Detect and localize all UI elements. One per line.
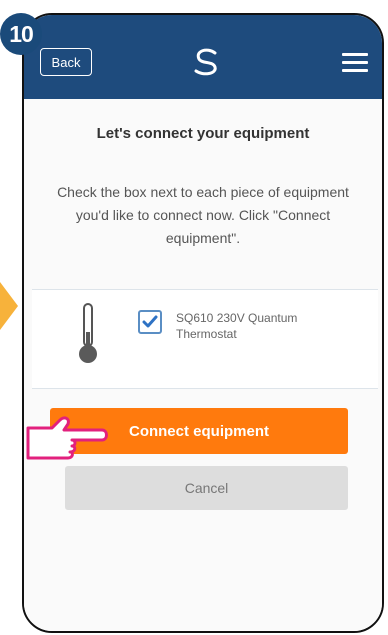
equipment-label: SQ610 230V Quantum Thermostat [176, 310, 346, 342]
brand-logo-icon [194, 48, 217, 76]
hamburger-menu-icon[interactable] [342, 53, 368, 72]
equipment-list-item: SQ610 230V Quantum Thermostat [32, 289, 378, 389]
instructions-line-1: Check the box next to each piece of equi… [57, 184, 349, 200]
equipment-label-line-2: Thermostat [176, 327, 237, 341]
main-content: Let's connect your equipment Check the b… [24, 99, 382, 631]
app-header: Back [24, 15, 382, 99]
instructions-text: Check the box next to each piece of equi… [28, 181, 378, 250]
checkmark-icon [142, 315, 158, 328]
phone-frame: Back Let's connect your equipment Check … [22, 13, 384, 633]
page-title: Let's connect your equipment [96, 125, 310, 142]
instructions-line-3: equipment". [165, 230, 241, 246]
instructions-line-2: you'd like to connect now. Click "Connec… [75, 207, 331, 223]
side-arrow-indicator [0, 282, 18, 330]
equipment-checkbox[interactable] [138, 310, 162, 334]
pointing-hand-icon [26, 416, 108, 460]
back-button[interactable]: Back [40, 48, 92, 76]
thermometer-icon [79, 303, 97, 363]
cancel-button[interactable]: Cancel [65, 466, 348, 510]
equipment-label-line-1: SQ610 230V Quantum [176, 311, 298, 325]
step-number-badge: 10 [0, 13, 42, 55]
